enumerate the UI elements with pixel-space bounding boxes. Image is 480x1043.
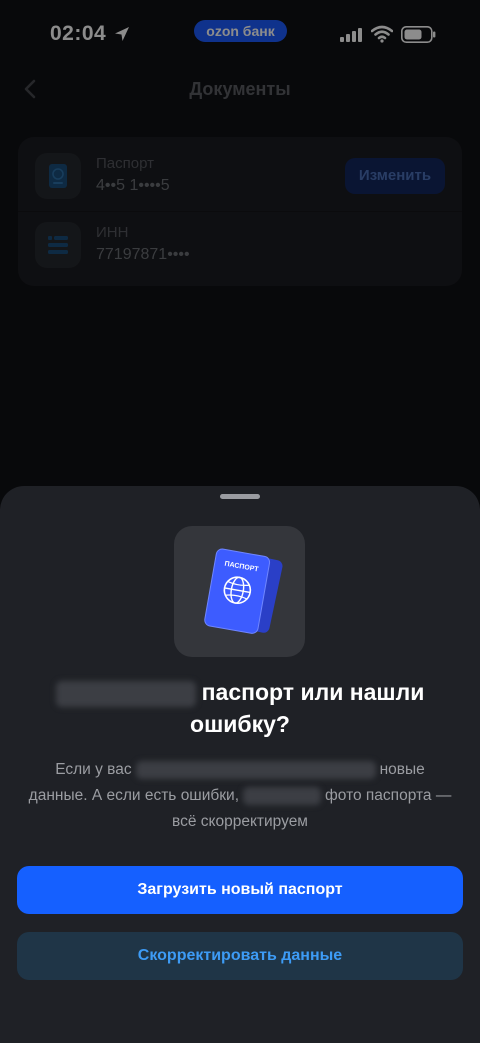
sheet-title: паспорт или нашли ошибку? [24,676,456,740]
bottom-sheet: ПАСПОРТ паспорт или нашли ошибку? Если у… [0,486,480,1043]
passport-illustration: ПАСПОРТ [174,526,305,657]
redacted-text [55,680,196,707]
sheet-grabber-handle[interactable] [220,494,260,499]
sheet-title-line1: паспорт или нашли [201,679,425,705]
passport-stack-icon: ПАСПОРТ [204,548,283,634]
screen: 02:04 ozon банк Документы Паспорт 4••5 1… [0,0,480,1043]
desc-part1: Если у вас [55,761,132,778]
redacted-text [135,760,376,779]
sheet-description: Если у вас новые данные. А если есть ошиб… [24,757,456,835]
upload-new-passport-button[interactable]: Загрузить новый паспорт [17,866,463,914]
correct-data-button[interactable]: Скорректировать данные [17,932,463,980]
sheet-title-line2: ошибку? [190,711,290,737]
redacted-text [243,786,322,805]
